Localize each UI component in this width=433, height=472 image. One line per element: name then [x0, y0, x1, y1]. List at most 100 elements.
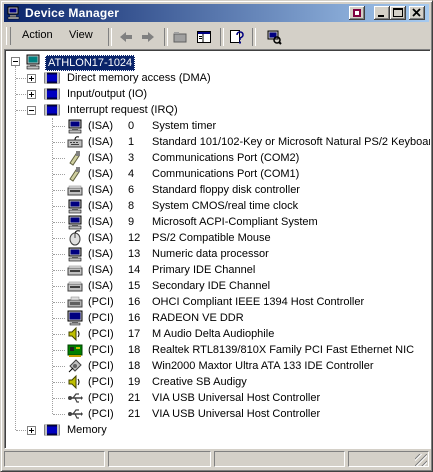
resource-icon [44, 88, 60, 100]
computer-icon [68, 215, 82, 230]
port-icon [69, 151, 80, 166]
irq-device-label: (PCI) 17 M Audio Delta Audiophile [86, 327, 276, 341]
irq-device-label: (ISA) 13 Numeric data processor [86, 247, 271, 261]
speaker-icon [68, 326, 80, 342]
bus-type: (PCI) [88, 408, 114, 420]
tree-connector-line [53, 270, 65, 271]
device-manager-icon [7, 6, 20, 20]
irq-device-label: (PCI) 21 VIA USB Universal Host Controller [86, 407, 322, 421]
irq-device-label: (PCI) 16 RADEON VE DDR [86, 311, 246, 325]
irq-device-label: (ISA) 0 System timer [86, 119, 218, 133]
menu-action[interactable]: Action [22, 29, 53, 41]
irq-device-label: (ISA) 15 Secondary IDE Channel [86, 279, 272, 293]
category-toggle[interactable] [27, 74, 36, 83]
category-label: Input/output (IO) [67, 88, 148, 100]
bus-type: (ISA) [88, 216, 114, 228]
mouse-icon [69, 230, 81, 246]
device-name: M Audio Delta Audiophile [152, 328, 275, 340]
resize-grip[interactable] [415, 454, 427, 466]
toolbar-separator [252, 28, 256, 46]
device-name: RADEON VE DDR [152, 312, 244, 324]
scsi-controller-icon [68, 359, 82, 373]
floppy-controller-icon [67, 185, 83, 196]
irq-number: 6 [128, 184, 135, 196]
category-toggle[interactable] [27, 106, 36, 115]
status-bar [4, 450, 429, 468]
device-name: OHCI Compliant IEEE 1394 Host Controller [152, 296, 365, 308]
network-card-icon [67, 344, 83, 357]
bus-type: (PCI) [88, 344, 114, 356]
status-pane [4, 451, 105, 467]
device-name: Secondary IDE Channel [152, 280, 271, 292]
tree-connector-line [53, 126, 65, 127]
irq-number: 21 [128, 408, 141, 420]
tree-connector-line [53, 206, 65, 207]
irq-number: 21 [128, 392, 141, 404]
up-folder-icon[interactable] [172, 29, 188, 45]
computer-icon [68, 247, 82, 262]
category-label: Interrupt request (IRQ) [67, 104, 178, 116]
tree-connector-line [53, 414, 65, 415]
toolbar-separator [164, 28, 168, 46]
category-toggle[interactable] [27, 90, 36, 99]
close-button[interactable] [409, 6, 425, 20]
collapse-root-toggle[interactable] [11, 57, 20, 66]
speaker-icon [68, 374, 80, 390]
irq-device-label: (ISA) 9 Microsoft ACPI-Compliant System [86, 215, 320, 229]
irq-number: 18 [128, 360, 141, 372]
irq-device-label: (ISA) 14 Primary IDE Channel [86, 263, 257, 277]
irq-device-label: (ISA) 12 PS/2 Compatible Mouse [86, 231, 273, 245]
device-name: VIA USB Universal Host Controller [152, 408, 321, 420]
device-name: Communications Port (COM1) [152, 168, 300, 180]
tree-connector-line [53, 254, 65, 255]
show-hide-tree-icon[interactable] [196, 29, 212, 45]
irq-number: 9 [128, 216, 135, 228]
bus-type: (ISA) [88, 232, 114, 244]
forward-arrow-icon[interactable] [140, 29, 156, 45]
tree-connector-line [53, 238, 65, 239]
irq-device-label: (PCI) 18 Realtek RTL8139/810X Family PCI F… [86, 343, 416, 357]
irq-device-label: (PCI) 16 OHCI Compliant IEEE 1394 Host Con… [86, 295, 366, 309]
tree-connector-line [15, 66, 16, 430]
ide-controller-icon [67, 265, 83, 276]
close-icon [412, 8, 421, 17]
device-name: Win2000 Maxtor Ultra ATA 133 IDE Control… [152, 360, 374, 372]
bus-type: (ISA) [88, 264, 114, 276]
usb-icon [68, 393, 83, 403]
device-name: Creative SB Audigy [152, 376, 247, 388]
menu-grip[interactable] [6, 27, 11, 45]
port-icon [69, 167, 80, 182]
irq-number: 18 [128, 344, 141, 356]
properties-icon[interactable] [228, 29, 244, 45]
menu-view[interactable]: View [69, 29, 93, 41]
irq-number: 16 [128, 296, 141, 308]
tree-connector-line [53, 398, 65, 399]
computer-icon [68, 199, 82, 214]
bus-type: (PCI) [88, 376, 114, 388]
tree-connector-line [53, 334, 65, 335]
irq-number: 3 [128, 152, 135, 164]
bus-type: (PCI) [88, 392, 114, 404]
back-arrow-icon[interactable] [118, 29, 134, 45]
system-menu-button[interactable] [349, 6, 365, 20]
tree-connector-line [53, 142, 65, 143]
irq-number: 13 [128, 248, 141, 260]
device-name: Numeric data processor [152, 248, 269, 260]
scan-hardware-icon[interactable] [266, 29, 282, 45]
irq-number: 19 [128, 376, 141, 388]
toolbar-separator [108, 28, 112, 46]
firewire-icon [67, 296, 83, 308]
device-tree-view[interactable]: ATHLON17-1024 Direct memory access (DMA) I… [4, 49, 431, 449]
device-name: PS/2 Compatible Mouse [152, 232, 271, 244]
title-bar[interactable]: Device Manager [4, 4, 429, 22]
device-name: System CMOS/real time clock [152, 200, 299, 212]
irq-device-label: (PCI) 21 VIA USB Universal Host Controller [86, 391, 322, 405]
resource-icon [44, 424, 60, 436]
minimize-button[interactable] [374, 6, 390, 20]
maximize-icon [393, 8, 403, 17]
irq-number: 8 [128, 200, 135, 212]
maximize-button[interactable] [390, 6, 406, 20]
irq-number: 17 [128, 328, 141, 340]
irq-device-label: (ISA) 1 Standard 101/102-Key or Microsoft … [86, 135, 430, 149]
category-toggle[interactable] [27, 426, 36, 435]
